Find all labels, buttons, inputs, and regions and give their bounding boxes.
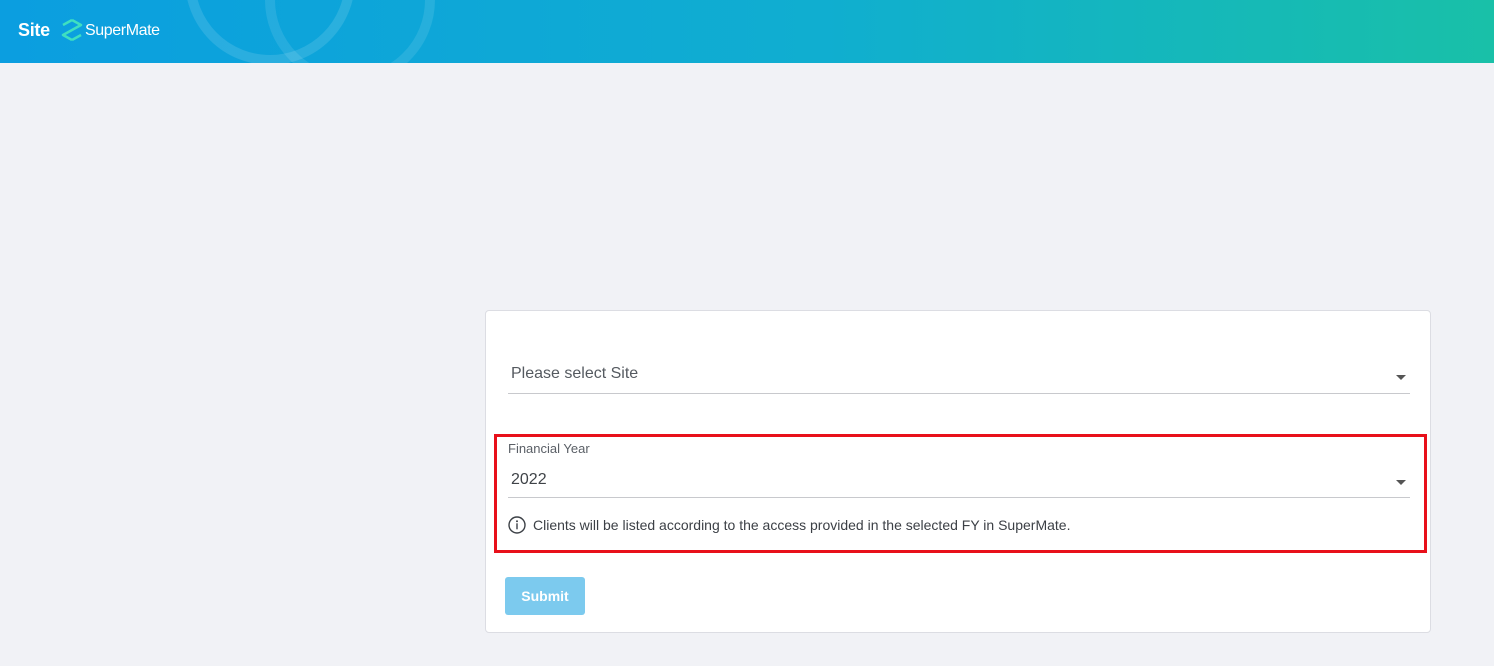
site-select-placeholder: Please select Site (511, 365, 639, 382)
brand-name[interactable]: SuperMate (85, 22, 160, 40)
submit-button[interactable]: Submit (505, 577, 585, 615)
financial-year-value: 2022 (511, 471, 547, 488)
supermate-logo-icon[interactable] (60, 18, 84, 44)
info-icon (508, 516, 526, 534)
caret-down-icon (1396, 480, 1406, 485)
financial-year-hint-text: Clients will be listed according to the … (533, 517, 1071, 533)
caret-down-icon (1396, 375, 1406, 380)
site-select-dropdown[interactable]: Please select Site (508, 351, 1410, 394)
site-selection-card: Please select Site Financial Year 2022 C… (485, 310, 1431, 633)
decorative-circles-pattern (187, 0, 435, 63)
top-header-bar: Site SuperMate (0, 0, 1494, 63)
financial-year-dropdown[interactable]: 2022 (508, 459, 1410, 498)
section-title: Site (18, 20, 50, 40)
financial-year-label: Financial Year (508, 441, 590, 456)
financial-year-hint: Clients will be listed according to the … (508, 515, 1070, 535)
